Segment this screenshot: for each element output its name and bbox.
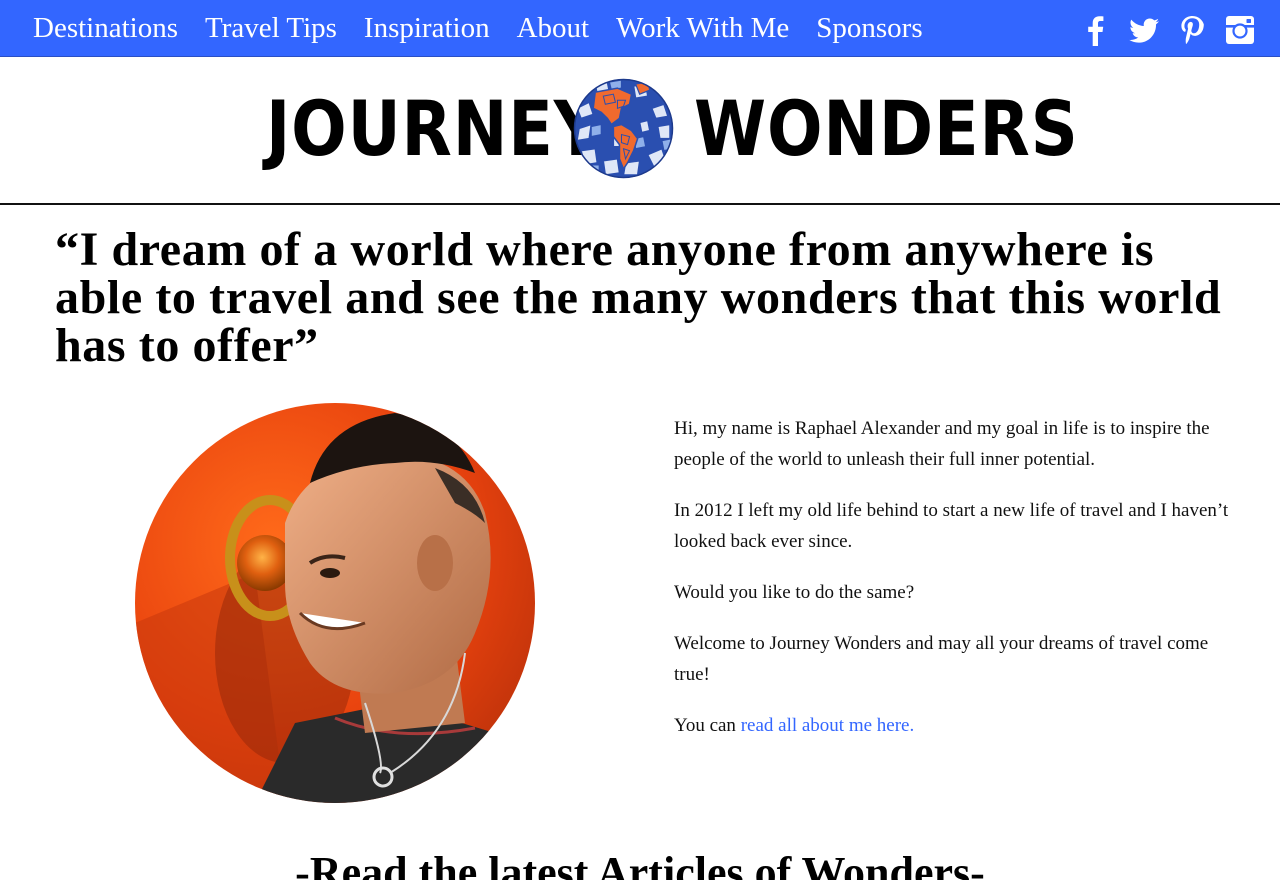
social-links bbox=[1064, 14, 1256, 46]
nav-destinations[interactable]: Destinations bbox=[33, 10, 178, 46]
intro-paragraph-4: Welcome to Journey Wonders and may all y… bbox=[674, 633, 1209, 685]
about-me-link[interactable]: read all about me here. bbox=[741, 715, 915, 736]
site-header: JOURNEY WONDERS bbox=[0, 57, 1280, 205]
intro-paragraph-5: You can read all about me here. bbox=[674, 710, 1234, 741]
nav-inspiration[interactable]: Inspiration bbox=[364, 10, 490, 46]
mission-quote: “I dream of a world where anyone from an… bbox=[55, 223, 1222, 372]
nav-travel-tips[interactable]: Travel Tips bbox=[205, 10, 337, 46]
latest-articles-heading: -Read the latest Articles of Wonders- bbox=[295, 848, 985, 880]
logo-text-wonders[interactable]: WONDERS bbox=[694, 79, 1079, 179]
nav-about[interactable]: About bbox=[517, 10, 590, 46]
portrait-image bbox=[135, 403, 535, 803]
facebook-icon[interactable] bbox=[1080, 14, 1112, 46]
top-nav-bar: Destinations Travel Tips Inspiration Abo… bbox=[0, 0, 1280, 57]
nav-sponsors[interactable]: Sponsors bbox=[816, 10, 922, 46]
nav-work-with-me[interactable]: Work With Me bbox=[616, 10, 789, 46]
intro-paragraph-2: In 2012 I left my old life behind to sta… bbox=[674, 500, 1229, 552]
intro-paragraph-1: Hi, my name is Raphael Alexander and my … bbox=[674, 418, 1210, 470]
pinterest-icon[interactable] bbox=[1176, 14, 1208, 46]
intro-paragraph-3: Would you like to do the same? bbox=[674, 582, 915, 603]
instagram-icon[interactable] bbox=[1224, 14, 1256, 46]
logo-text-journey[interactable]: JOURNEY bbox=[266, 79, 602, 179]
intro-text: Hi, my name is Raphael Alexander and my … bbox=[674, 413, 1234, 761]
author-portrait bbox=[135, 403, 535, 803]
intro-paragraph-5-prefix: You can bbox=[674, 715, 741, 736]
twitter-icon[interactable] bbox=[1128, 14, 1160, 46]
globe-logo-icon[interactable] bbox=[573, 78, 674, 179]
main-nav: Destinations Travel Tips Inspiration Abo… bbox=[33, 10, 950, 46]
